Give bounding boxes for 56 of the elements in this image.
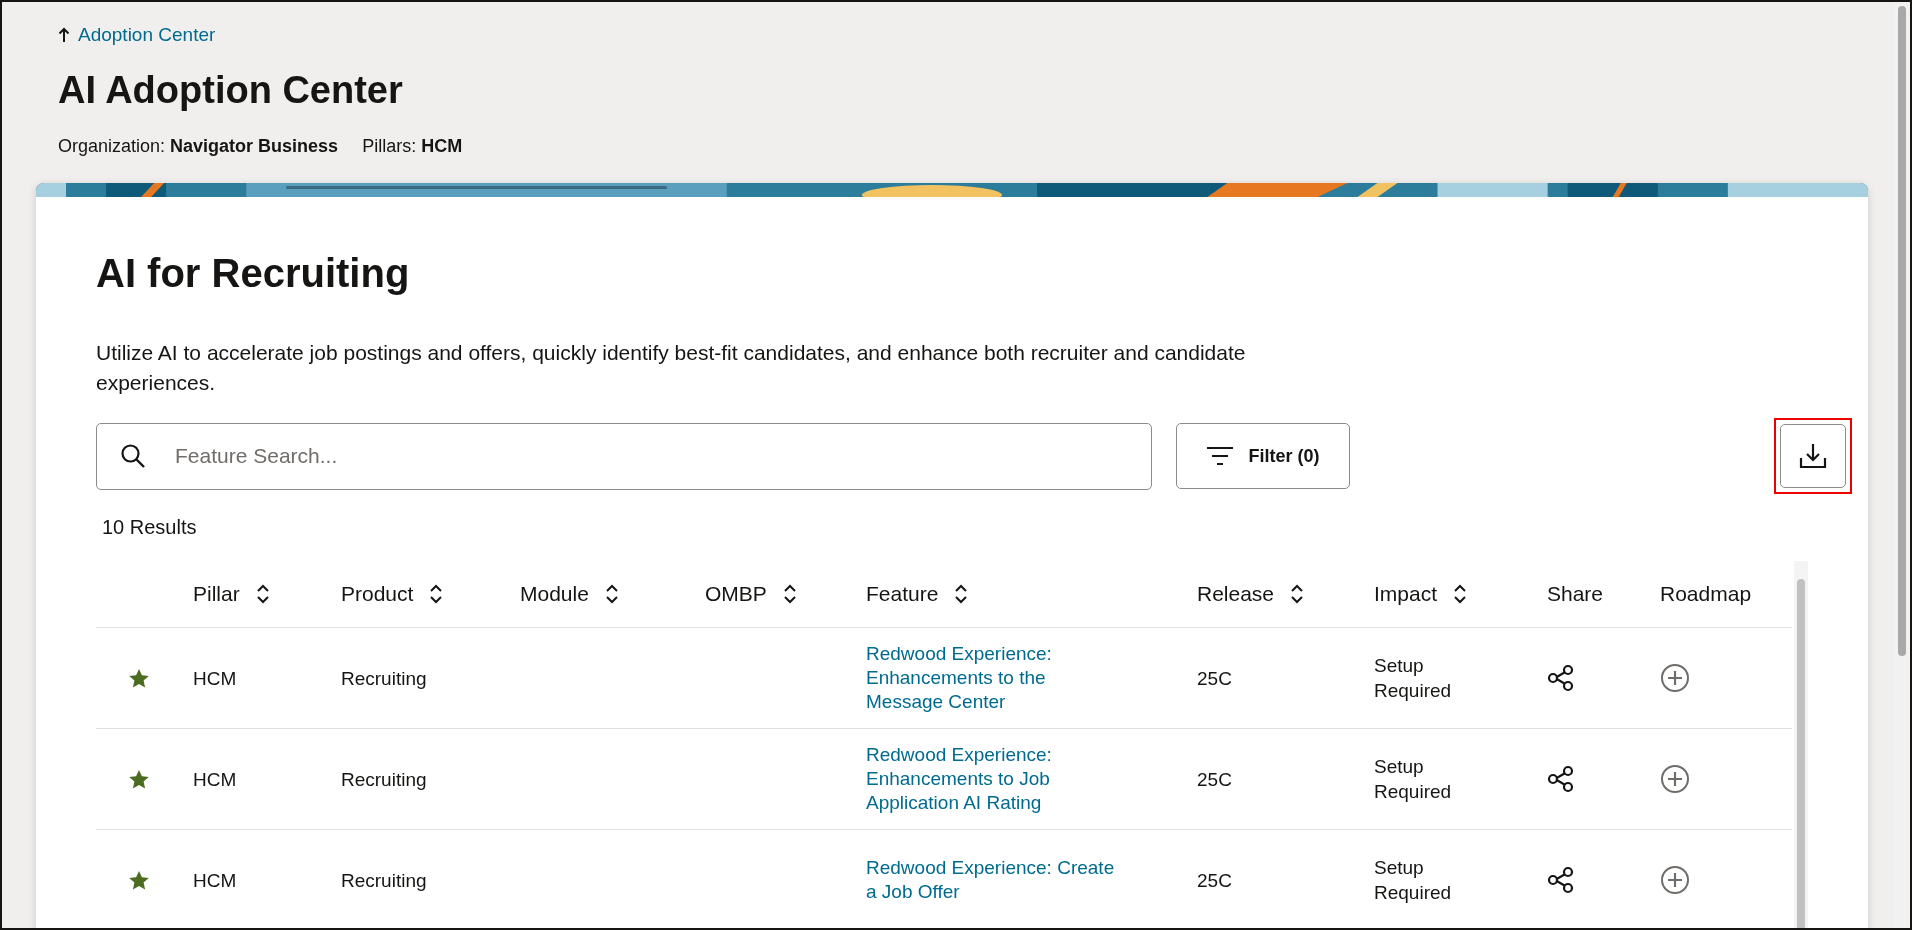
- table-cell-text: HCM: [193, 868, 237, 893]
- sort-icon[interactable]: [1453, 584, 1468, 604]
- add-circle-icon[interactable]: [1660, 663, 1690, 693]
- filter-button[interactable]: Filter (0): [1176, 423, 1350, 489]
- table-cell-text: 25C: [1197, 868, 1232, 893]
- search-field[interactable]: Feature Search...: [96, 422, 1152, 490]
- results-count: 10 Results: [102, 516, 198, 539]
- table-scrollbar[interactable]: [1794, 561, 1808, 928]
- star-icon[interactable]: [129, 870, 149, 890]
- table-cell-text: Setup Required: [1374, 856, 1453, 905]
- section-title: AI for Recruiting: [96, 251, 411, 296]
- sort-icon[interactable]: [429, 584, 444, 604]
- page-title: AI Adoption Center: [58, 69, 404, 112]
- star-icon[interactable]: [129, 668, 149, 688]
- table-cell-text: Setup Required: [1374, 755, 1453, 804]
- filter-icon: [1206, 445, 1235, 467]
- add-circle-icon[interactable]: [1660, 764, 1690, 794]
- feature-link[interactable]: Redwood Experience: Enhancements to the Message Center: [866, 642, 1121, 714]
- table-cell-text: HCM: [193, 666, 237, 691]
- breadcrumb-link[interactable]: Adoption Center: [58, 24, 216, 46]
- share-icon[interactable]: [1547, 866, 1575, 894]
- table-cell-text: Recruiting: [341, 868, 427, 893]
- share-icon[interactable]: [1547, 664, 1575, 692]
- column-header: Roadmap: [1660, 582, 1752, 606]
- download-button[interactable]: [1780, 424, 1846, 488]
- sort-icon[interactable]: [954, 584, 969, 604]
- meta-text: Pillars: HCM: [362, 136, 463, 157]
- table-cell-text: 25C: [1197, 666, 1232, 691]
- table-cell-text: Recruiting: [341, 666, 427, 691]
- sort-icon[interactable]: [782, 584, 797, 604]
- column-header[interactable]: OMBP: [705, 582, 767, 606]
- column-header[interactable]: Product: [341, 582, 414, 606]
- column-header: Share: [1547, 582, 1604, 606]
- section-description: Utilize AI to accelerate job postings and offers, quickly identify best-fit candidates, and enhance both recruiter and candidate experiences.: [96, 340, 1247, 396]
- download-icon: [1799, 442, 1827, 470]
- column-header[interactable]: Impact: [1374, 582, 1438, 606]
- sort-icon[interactable]: [1290, 584, 1305, 604]
- sort-icon[interactable]: [255, 584, 270, 604]
- page-scrollbar[interactable]: [1894, 2, 1910, 928]
- column-header[interactable]: Release: [1197, 582, 1275, 606]
- table-cell-text: Recruiting: [341, 767, 427, 792]
- column-header[interactable]: Pillar: [193, 582, 240, 606]
- search-icon: [120, 442, 146, 469]
- share-icon[interactable]: [1547, 765, 1575, 793]
- column-header[interactable]: Feature: [866, 582, 939, 606]
- sort-icon[interactable]: [604, 584, 619, 604]
- star-icon[interactable]: [129, 769, 149, 789]
- table-cell-text: 25C: [1197, 767, 1232, 792]
- up-arrow-icon: [58, 27, 70, 43]
- meta-text: Organization: Navigator Business: [58, 136, 339, 157]
- table-cell-text: Setup Required: [1374, 654, 1453, 703]
- feature-link[interactable]: Redwood Experience: Create a Job Offer: [866, 856, 1121, 904]
- add-circle-icon[interactable]: [1660, 865, 1690, 895]
- column-header[interactable]: Module: [520, 582, 589, 606]
- feature-link[interactable]: Redwood Experience: Enhancements to Job Application AI Rating: [866, 743, 1121, 815]
- table-cell-text: HCM: [193, 767, 237, 792]
